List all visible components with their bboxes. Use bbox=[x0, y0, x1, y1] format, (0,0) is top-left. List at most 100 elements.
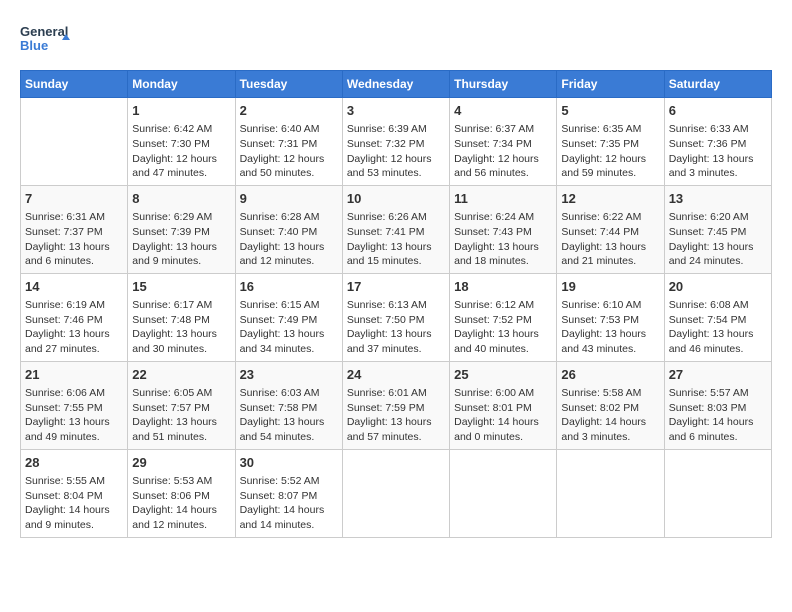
day-info-line: and 37 minutes. bbox=[347, 342, 445, 357]
calendar-cell: 16Sunrise: 6:15 AMSunset: 7:49 PMDayligh… bbox=[235, 273, 342, 361]
calendar-cell: 10Sunrise: 6:26 AMSunset: 7:41 PMDayligh… bbox=[342, 185, 449, 273]
day-number: 6 bbox=[669, 102, 767, 120]
calendar-cell: 26Sunrise: 5:58 AMSunset: 8:02 PMDayligh… bbox=[557, 361, 664, 449]
day-number: 20 bbox=[669, 278, 767, 296]
day-info-line: Sunrise: 6:19 AM bbox=[25, 298, 123, 313]
calendar-cell: 13Sunrise: 6:20 AMSunset: 7:45 PMDayligh… bbox=[664, 185, 771, 273]
day-info-line: Sunset: 8:06 PM bbox=[132, 489, 230, 504]
calendar-week-row: 7Sunrise: 6:31 AMSunset: 7:37 PMDaylight… bbox=[21, 185, 772, 273]
svg-text:Blue: Blue bbox=[20, 38, 48, 53]
day-info-line: Sunset: 8:07 PM bbox=[240, 489, 338, 504]
day-number: 5 bbox=[561, 102, 659, 120]
day-info-line: Daylight: 13 hours bbox=[132, 327, 230, 342]
day-info-line: Daylight: 14 hours bbox=[669, 415, 767, 430]
day-info-line: Sunset: 7:58 PM bbox=[240, 401, 338, 416]
day-info-line: Sunrise: 6:31 AM bbox=[25, 210, 123, 225]
calendar-cell bbox=[557, 449, 664, 537]
day-info-line: and 40 minutes. bbox=[454, 342, 552, 357]
day-info-line: Sunrise: 6:33 AM bbox=[669, 122, 767, 137]
day-info-line: and 49 minutes. bbox=[25, 430, 123, 445]
day-info-line: Sunrise: 6:24 AM bbox=[454, 210, 552, 225]
day-number: 7 bbox=[25, 190, 123, 208]
calendar-header-tuesday: Tuesday bbox=[235, 71, 342, 98]
day-info-line: Daylight: 13 hours bbox=[240, 240, 338, 255]
calendar-header-thursday: Thursday bbox=[450, 71, 557, 98]
day-info-line: Sunrise: 6:15 AM bbox=[240, 298, 338, 313]
calendar-cell: 14 Sunrise: 6:19 AMSunset: 7:46 PMDayligh… bbox=[21, 273, 128, 361]
day-info-line: Daylight: 13 hours bbox=[240, 415, 338, 430]
day-info-line: Daylight: 13 hours bbox=[25, 415, 123, 430]
day-number: 2 bbox=[240, 102, 338, 120]
day-info-line: Sunset: 7:52 PM bbox=[454, 313, 552, 328]
day-info-line: Daylight: 13 hours bbox=[25, 327, 123, 342]
day-info-line: Sunset: 7:49 PM bbox=[240, 313, 338, 328]
day-number: 19 bbox=[561, 278, 659, 296]
day-info-line: Sunrise: 6:29 AM bbox=[132, 210, 230, 225]
calendar-header-monday: Monday bbox=[128, 71, 235, 98]
day-number: 3 bbox=[347, 102, 445, 120]
day-info-line: and 59 minutes. bbox=[561, 166, 659, 181]
day-info-line: Sunset: 7:46 PM bbox=[25, 313, 123, 328]
day-number: 9 bbox=[240, 190, 338, 208]
day-info-line: Sunset: 7:44 PM bbox=[561, 225, 659, 240]
day-info-line: Daylight: 13 hours bbox=[347, 415, 445, 430]
day-info-line: Sunset: 7:43 PM bbox=[454, 225, 552, 240]
day-info-line: Sunrise: 6:03 AM bbox=[240, 386, 338, 401]
calendar-table: SundayMondayTuesdayWednesdayThursdayFrid… bbox=[20, 70, 772, 538]
day-info-line: Daylight: 12 hours bbox=[240, 152, 338, 167]
page-header: GeneralBlue bbox=[20, 20, 772, 60]
day-info-line: Daylight: 14 hours bbox=[132, 503, 230, 518]
day-number: 14 bbox=[25, 278, 123, 296]
calendar-cell: 30Sunrise: 5:52 AMSunset: 8:07 PMDayligh… bbox=[235, 449, 342, 537]
day-info-line: and 12 minutes. bbox=[132, 518, 230, 533]
day-info-line: and 15 minutes. bbox=[347, 254, 445, 269]
day-info-line: Daylight: 12 hours bbox=[347, 152, 445, 167]
day-info-line: Daylight: 12 hours bbox=[454, 152, 552, 167]
day-info-line: Sunrise: 6:22 AM bbox=[561, 210, 659, 225]
day-info-line: and 34 minutes. bbox=[240, 342, 338, 357]
calendar-cell: 1Sunrise: 6:42 AMSunset: 7:30 PMDaylight… bbox=[128, 98, 235, 186]
day-number: 4 bbox=[454, 102, 552, 120]
day-info-line: Sunrise: 6:20 AM bbox=[669, 210, 767, 225]
calendar-cell: 4Sunrise: 6:37 AMSunset: 7:34 PMDaylight… bbox=[450, 98, 557, 186]
day-info-line: and 56 minutes. bbox=[454, 166, 552, 181]
day-info-line: and 30 minutes. bbox=[132, 342, 230, 357]
day-info-line: Daylight: 13 hours bbox=[669, 152, 767, 167]
calendar-header-wednesday: Wednesday bbox=[342, 71, 449, 98]
day-info-line: Daylight: 14 hours bbox=[240, 503, 338, 518]
day-info-line: Sunset: 7:36 PM bbox=[669, 137, 767, 152]
day-info-line: Sunrise: 6:26 AM bbox=[347, 210, 445, 225]
day-number: 15 bbox=[132, 278, 230, 296]
calendar-cell: 2Sunrise: 6:40 AMSunset: 7:31 PMDaylight… bbox=[235, 98, 342, 186]
day-number: 21 bbox=[25, 366, 123, 384]
day-info-line: and 0 minutes. bbox=[454, 430, 552, 445]
day-info-line: Daylight: 13 hours bbox=[454, 240, 552, 255]
day-info-line: Daylight: 13 hours bbox=[454, 327, 552, 342]
day-info-line: Daylight: 13 hours bbox=[347, 240, 445, 255]
day-info-line: and 3 minutes. bbox=[669, 166, 767, 181]
day-number: 22 bbox=[132, 366, 230, 384]
day-info-line: and 50 minutes. bbox=[240, 166, 338, 181]
day-number: 26 bbox=[561, 366, 659, 384]
calendar-cell: 27Sunrise: 5:57 AMSunset: 8:03 PMDayligh… bbox=[664, 361, 771, 449]
day-info-line: Daylight: 14 hours bbox=[454, 415, 552, 430]
day-info-line: Sunrise: 6:28 AM bbox=[240, 210, 338, 225]
day-number: 18 bbox=[454, 278, 552, 296]
day-number: 13 bbox=[669, 190, 767, 208]
day-info-line: and 6 minutes. bbox=[669, 430, 767, 445]
day-number: 10 bbox=[347, 190, 445, 208]
day-number: 16 bbox=[240, 278, 338, 296]
logo-svg: GeneralBlue bbox=[20, 20, 70, 60]
day-info-line: Sunset: 8:04 PM bbox=[25, 489, 123, 504]
day-number: 29 bbox=[132, 454, 230, 472]
calendar-cell: 15Sunrise: 6:17 AMSunset: 7:48 PMDayligh… bbox=[128, 273, 235, 361]
day-info-line: Sunset: 7:53 PM bbox=[561, 313, 659, 328]
day-number: 28 bbox=[25, 454, 123, 472]
day-info-line: Daylight: 14 hours bbox=[561, 415, 659, 430]
day-info-line: Sunrise: 6:40 AM bbox=[240, 122, 338, 137]
day-info-line: Sunrise: 6:06 AM bbox=[25, 386, 123, 401]
day-info-line: Daylight: 13 hours bbox=[132, 240, 230, 255]
day-info-line: Sunset: 7:59 PM bbox=[347, 401, 445, 416]
day-info-line: and 53 minutes. bbox=[347, 166, 445, 181]
day-info-line: Sunset: 7:45 PM bbox=[669, 225, 767, 240]
